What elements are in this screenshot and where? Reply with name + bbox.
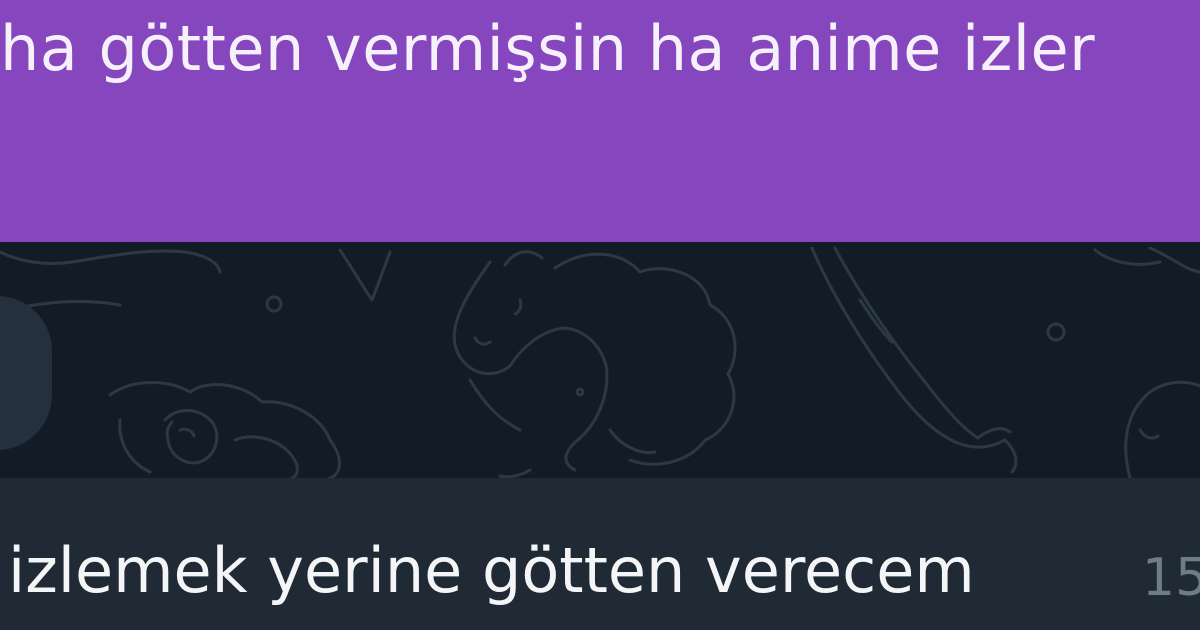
message-timestamp: 15 [1142,548,1200,608]
sheep-doodle [452,250,737,479]
corner-doodle [0,248,392,314]
circle-doodle [265,295,283,313]
leaf-doodle [810,246,1018,474]
chat-screen: ha götten vermişsin ha anime izler izlem… [0,0,1200,630]
outgoing-message-text: ha götten vermişsin ha anime izler [0,12,1096,85]
circle-doodle [1046,322,1066,342]
circle-doodle [575,387,585,397]
incoming-message-text: izlemek yerine götten verecem [8,534,975,607]
bird-doodle [108,381,341,480]
creature-doodle [1093,246,1200,480]
